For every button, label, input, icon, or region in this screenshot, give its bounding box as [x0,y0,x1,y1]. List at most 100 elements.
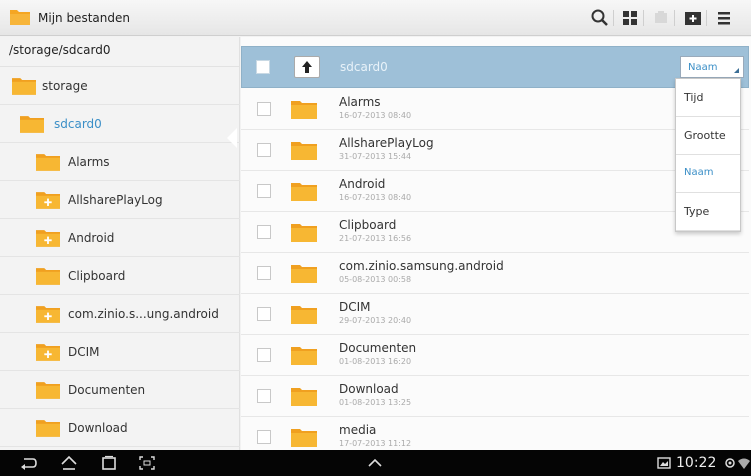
folder-icon [36,266,60,285]
row-date: 01-08-2013 13:25 [339,398,412,407]
disabled-action-icon [651,8,671,28]
folder-icon [291,99,317,119]
sort-option-tijd[interactable]: Tijd [676,79,740,117]
sort-option-naam[interactable]: Naam [676,155,740,193]
sidebar-item-label: Documenten [68,383,146,397]
sidebar-item-storage[interactable]: storage [0,67,240,105]
file-row[interactable]: DCIM 29-07-2013 20:40 [241,294,749,335]
back-icon[interactable] [20,455,38,471]
row-date: 31-07-2013 15:44 [339,152,412,161]
folder-icon [36,380,60,399]
folder-icon [36,304,60,323]
file-row[interactable]: com.zinio.samsung.android 05-08-2013 00:5… [241,253,749,294]
row-date: 05-08-2013 00:58 [339,275,412,284]
sidebar-item-label: Alarms [68,155,110,169]
row-checkbox[interactable] [257,225,271,239]
new-folder-icon[interactable] [683,8,703,28]
row-name: AllsharePlayLog [339,136,434,150]
row-checkbox[interactable] [257,143,271,157]
sidebar-item-allshareplaylog[interactable]: AllsharePlayLog [0,181,240,219]
folder-icon [36,342,60,361]
folder-icon [291,222,317,242]
row-checkbox[interactable] [257,184,271,198]
folder-icon [291,345,317,365]
row-checkbox[interactable] [257,430,271,444]
toolbar-divider [706,10,707,26]
folder-tree-sidebar: /storage/sdcard0 storage sdcard0 Alarms All… [0,37,240,450]
row-name: Documenten [339,341,417,355]
folder-icon [36,152,60,171]
file-row[interactable]: Android 16-07-2013 08:40 [241,171,749,212]
toolbar-divider [674,10,675,26]
sidebar-item-alarms[interactable]: Alarms [0,143,240,181]
sort-select-value: Naam [688,62,718,73]
row-checkbox[interactable] [257,307,271,321]
row-checkbox[interactable] [257,389,271,403]
folder-app-icon[interactable] [10,8,30,25]
folder-icon [291,304,317,324]
home-icon[interactable] [60,455,78,471]
action-bar: Mijn bestanden [0,0,751,36]
file-row[interactable]: Clipboard 21-07-2013 16:56 [241,212,749,253]
status-clock: 10:22 [676,455,717,471]
row-checkbox[interactable] [257,266,271,280]
folder-icon [291,386,317,406]
row-date: 16-07-2013 08:40 [339,111,412,120]
search-icon[interactable] [590,8,610,28]
row-name: Clipboard [339,218,397,232]
row-name: Android [339,177,386,191]
folder-icon [291,263,317,283]
sidebar-item-clipboard[interactable]: Clipboard [0,257,240,295]
row-name: Alarms [339,95,381,109]
screenshot-icon[interactable] [138,455,156,471]
sidebar-item-label: Clipboard [68,269,126,283]
row-date: 17-07-2013 11:12 [339,439,412,448]
sidebar-item-download[interactable]: Download [0,409,240,447]
sidebar-item-sdcard0[interactable]: sdcard0 [0,105,240,143]
up-folder-button[interactable] [294,56,320,78]
file-row[interactable]: Documenten 01-08-2013 16:20 [241,335,749,376]
row-name: com.zinio.samsung.android [339,259,504,273]
folder-icon [36,228,60,247]
sort-option-type[interactable]: Type [676,193,740,231]
app-title: Mijn bestanden [38,11,130,25]
sidebar-item-label: AllsharePlayLog [68,193,163,207]
folder-icon [291,181,317,201]
sidebar-item-label: Android [68,231,115,245]
sidebar-item-documenten[interactable]: Documenten [0,371,240,409]
sort-select[interactable]: Naam [680,56,744,78]
sidebar-item-android[interactable]: Android [0,219,240,257]
sidebar-item-label: storage [42,79,88,93]
recent-apps-icon[interactable] [100,455,118,471]
row-name: DCIM [339,300,371,314]
row-checkbox[interactable] [257,348,271,362]
list-header: sdcard0 Naam [241,46,749,88]
sidebar-item-label: com.zinio.s...ung.android [68,307,219,321]
sidebar-item-com-zinio-s-ung-android[interactable]: com.zinio.s...ung.android [0,295,240,333]
menu-icon[interactable] [715,8,735,28]
image-notification-icon [657,456,671,470]
sidebar-item-label: sdcard0 [54,117,102,131]
file-row[interactable]: Alarms 16-07-2013 08:40 [241,89,749,130]
folder-icon [12,76,36,95]
row-name: media [339,423,377,437]
expand-up-icon[interactable] [366,455,384,471]
sidebar-item-dcim[interactable]: DCIM [0,333,240,371]
sort-option-grootte[interactable]: Grootte [676,117,740,155]
row-checkbox[interactable] [257,102,271,116]
wifi-icon [737,456,751,470]
dropdown-caret-icon [734,68,739,73]
row-date: 29-07-2013 20:40 [339,316,412,325]
select-all-checkbox[interactable] [256,60,270,74]
folder-icon [36,418,60,437]
grid-view-icon[interactable] [620,8,640,28]
row-date: 21-07-2013 16:56 [339,234,412,243]
folder-icon [36,190,60,209]
folder-icon [291,427,317,447]
sort-dropdown-menu: Tijd Grootte Naam Type [675,78,741,232]
sidebar-item-label: DCIM [68,345,100,359]
row-date: 16-07-2013 08:40 [339,193,412,202]
file-row[interactable]: Download 01-08-2013 13:25 [241,376,749,417]
folder-icon [20,114,44,133]
file-row[interactable]: AllsharePlayLog 31-07-2013 15:44 [241,130,749,171]
